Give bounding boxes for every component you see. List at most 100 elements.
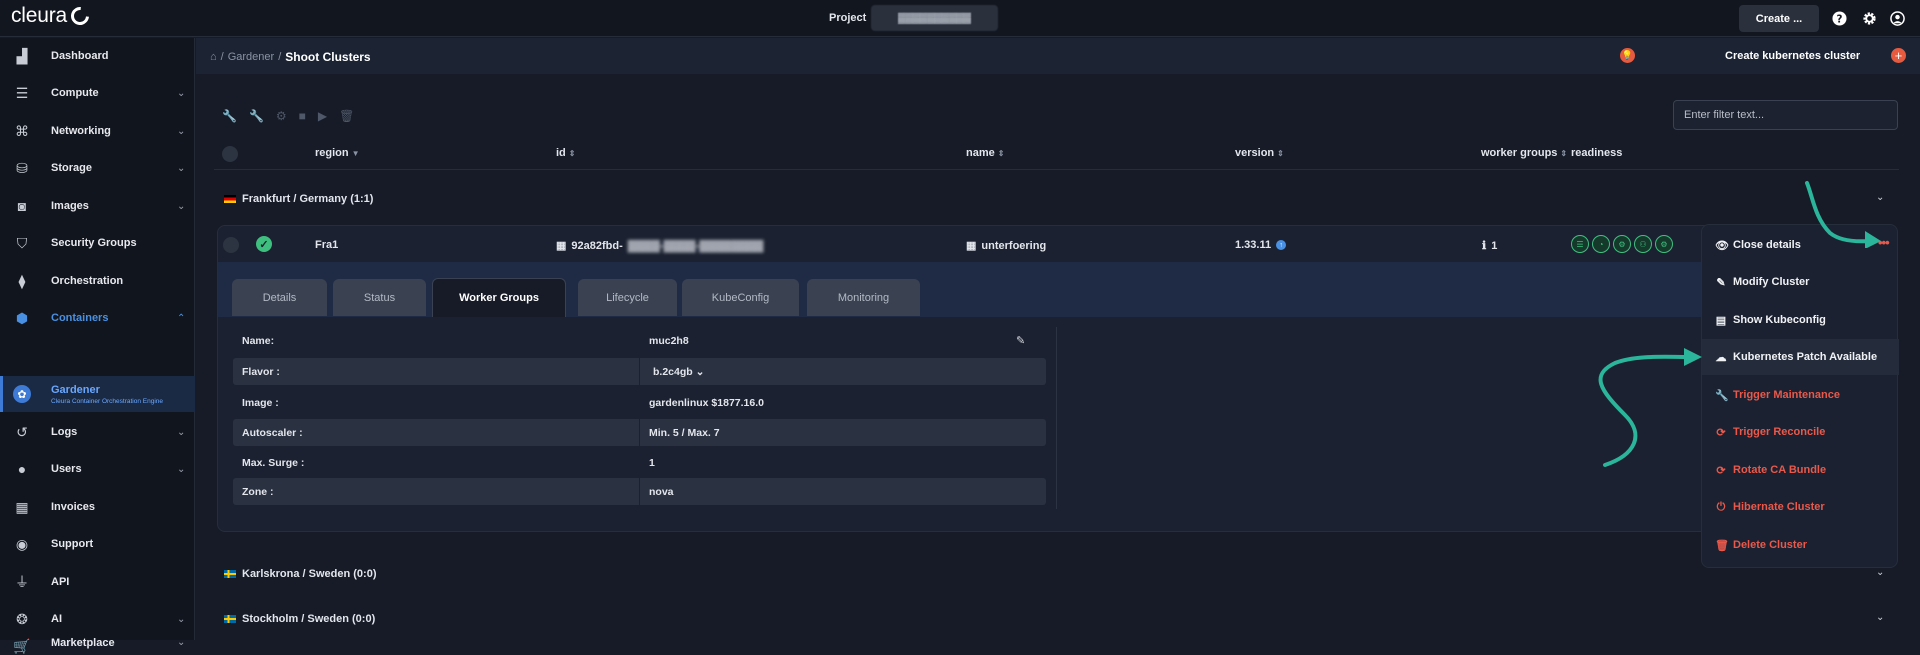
- project-select[interactable]: ▓▓▓▓▓▓▓▓▓▓: [871, 5, 998, 31]
- home-icon[interactable]: ⌂: [210, 51, 217, 63]
- wrench-alt-icon[interactable]: 🔧: [249, 109, 264, 123]
- group-header-frankfurt[interactable]: Frankfurt / Germany (1:1): [224, 193, 373, 205]
- user-icon[interactable]: [1889, 10, 1905, 26]
- tab-worker-groups[interactable]: Worker Groups: [432, 278, 566, 317]
- column-header-readiness[interactable]: readiness: [1571, 147, 1622, 159]
- divider: [214, 169, 1899, 170]
- row-checkbox[interactable]: [223, 237, 239, 253]
- cell-id[interactable]: ▦ 92a82fbd- ▓▓▓▓-▓▓▓▓-▓▓▓▓▓▓▓▓: [556, 239, 763, 253]
- sidebar-item-label: Containers: [51, 312, 109, 324]
- cluster-name: unterfoering: [981, 239, 1047, 252]
- group-header-stockholm[interactable]: Stockholm / Sweden (0:0): [224, 613, 375, 625]
- menu-item-hibernate-cluster[interactable]: ⏻ Hibernate Cluster: [1702, 489, 1899, 525]
- tab-status[interactable]: Status: [333, 279, 426, 316]
- menu-item-delete-cluster[interactable]: 🗑 Delete Cluster: [1702, 527, 1899, 563]
- flavor-select[interactable]: b.2c4gb ⌄: [653, 366, 704, 378]
- readiness-indicators: ☰ ◔ ⚙ ⚇ ⚙: [1571, 235, 1673, 253]
- settings-icon[interactable]: [1861, 10, 1877, 26]
- column-header-worker-groups[interactable]: worker groups ⇕: [1481, 147, 1567, 159]
- help-icon[interactable]: ?: [1831, 10, 1847, 26]
- chevron-down-icon[interactable]: ⌄: [1876, 612, 1884, 623]
- detail-value: b.2c4gb: [653, 365, 693, 378]
- menu-item-trigger-maintenance[interactable]: 🔧 Trigger Maintenance: [1702, 377, 1899, 413]
- menu-item-trigger-reconcile[interactable]: ⟳ Trigger Reconcile: [1702, 414, 1899, 450]
- tab-details[interactable]: Details: [232, 279, 327, 316]
- menu-item-rotate-ca-bundle[interactable]: ⟳ Rotate CA Bundle: [1702, 452, 1899, 488]
- lightbulb-icon[interactable]: 💡: [1620, 48, 1635, 63]
- tab-monitoring[interactable]: Monitoring: [807, 279, 920, 316]
- sidebar-item-label: Networking: [51, 125, 111, 137]
- germany-flag-icon: [224, 195, 236, 203]
- sidebar-item-logs[interactable]: ↺ Logs ⌄: [0, 414, 195, 450]
- menu-item-modify-cluster[interactable]: ✎ Modify Cluster: [1702, 264, 1899, 300]
- select-all-checkbox[interactable]: [222, 146, 238, 162]
- column-label: region: [315, 147, 349, 159]
- sidebar-item-label: Logs: [51, 426, 78, 438]
- menu-item-kubernetes-patch-available[interactable]: ☁ Kubernetes Patch Available: [1702, 339, 1899, 375]
- menu-item-show-kubeconfig[interactable]: ▤ Show Kubeconfig: [1702, 302, 1899, 338]
- wrench-icon[interactable]: 🔧: [222, 109, 237, 123]
- group-header-karlskrona[interactable]: Karlskrona / Sweden (0:0): [224, 568, 377, 580]
- menu-item-close-details[interactable]: 👁 Close details •••: [1702, 227, 1899, 263]
- column-header-name[interactable]: name ⇕: [966, 147, 1004, 159]
- sidebar-item-dashboard[interactable]: ▟ Dashboard: [0, 38, 195, 74]
- detail-row-name: Name: muc2h8 ✎: [233, 327, 1046, 354]
- user-icon: ●: [17, 461, 27, 477]
- camera-icon: ◙: [17, 198, 27, 214]
- chevron-down-icon[interactable]: ⌄: [1876, 192, 1884, 203]
- divider: [639, 478, 640, 505]
- detail-key: Max. Surge :: [242, 456, 305, 469]
- cell-name[interactable]: ▦ unterfoering: [966, 239, 1047, 253]
- file-icon: ▤: [1715, 314, 1727, 327]
- sort-icon: ⇕: [1277, 149, 1284, 158]
- column-header-id[interactable]: id ⇕: [556, 147, 575, 159]
- cluster-actions-menu: 👁 Close details ••• ✎ Modify Cluster ▤ S…: [1701, 224, 1899, 568]
- eye-icon: 👁: [1715, 239, 1729, 252]
- column-header-region[interactable]: region ▼: [315, 147, 360, 159]
- tab-lifecycle[interactable]: Lifecycle: [578, 279, 677, 316]
- project-label: Project: [829, 12, 867, 24]
- create-button[interactable]: Create ...: [1739, 5, 1819, 32]
- sidebar-item-users[interactable]: ● Users ⌄: [0, 451, 195, 487]
- history-icon: ↺: [16, 423, 28, 440]
- breadcrumb-gardener[interactable]: Gardener: [228, 51, 274, 63]
- plus-icon[interactable]: +: [1891, 48, 1906, 63]
- chevron-down-icon[interactable]: ⌄: [1876, 567, 1884, 578]
- sidebar-item-networking[interactable]: ⌘ Networking ⌄: [0, 113, 195, 149]
- edit-icon[interactable]: ✎: [1016, 334, 1025, 347]
- sidebar-item-label: Compute: [51, 87, 99, 99]
- sidebar-item-security-groups[interactable]: ⛉ Security Groups: [0, 225, 195, 261]
- chevron-down-icon: ⌄: [177, 426, 186, 438]
- table-row[interactable]: ✓ Fra1 ▦ 92a82fbd- ▓▓▓▓-▓▓▓▓-▓▓▓▓▓▓▓▓ ▦ …: [217, 226, 1897, 262]
- create-kubernetes-cluster-button[interactable]: Create kubernetes cluster: [1725, 50, 1860, 62]
- breadcrumb-separator: /: [220, 51, 224, 63]
- sidebar-item-gardener[interactable]: ✿ Gardener Cleura Container Orchestratio…: [0, 376, 195, 412]
- cleura-logo[interactable]: cleura: [11, 3, 93, 29]
- sidebar-item-orchestration[interactable]: ⧫ Orchestration: [0, 263, 195, 299]
- play-icon[interactable]: ▶: [318, 109, 327, 123]
- layers-icon: ⧫: [18, 272, 26, 289]
- menu-item-label: Trigger Reconcile: [1733, 426, 1826, 438]
- sidebar-item-compute[interactable]: ☰ Compute ⌄: [0, 75, 195, 111]
- upgrade-available-icon[interactable]: ↑: [1276, 240, 1287, 250]
- sidebar-item-label: Gardener: [51, 384, 100, 396]
- filter-input[interactable]: [1673, 100, 1898, 130]
- trash-icon[interactable]: 🗑: [339, 109, 354, 123]
- server-icon: ☰: [15, 84, 29, 101]
- cogs-icon[interactable]: ⚙: [276, 109, 287, 123]
- sidebar-item-ai[interactable]: ❂ AI ⌄: [0, 601, 195, 637]
- sidebar-item-api[interactable]: ⏚ API: [0, 564, 195, 600]
- sidebar-item-containers[interactable]: ⬢ Containers ⌃: [0, 300, 195, 336]
- chevron-down-icon: ⌄: [177, 200, 186, 212]
- stop-icon[interactable]: ■: [299, 109, 306, 123]
- sidebar-item-label: Support: [51, 538, 94, 550]
- column-header-version[interactable]: version ⇕: [1235, 147, 1284, 159]
- sidebar-item-invoices[interactable]: ▦ Invoices: [0, 489, 195, 525]
- menu-item-label: Kubernetes Patch Available: [1733, 351, 1878, 363]
- tab-kubeconfig[interactable]: KubeConfig: [682, 279, 799, 316]
- sidebar-item-support[interactable]: ◉ Support: [0, 526, 195, 562]
- sidebar-item-storage[interactable]: ⛁ Storage ⌄: [0, 150, 195, 186]
- sidebar-item-images[interactable]: ◙ Images ⌄: [0, 188, 195, 224]
- more-options-icon[interactable]: •••: [1878, 235, 1890, 250]
- chart-icon: ▟: [16, 47, 28, 64]
